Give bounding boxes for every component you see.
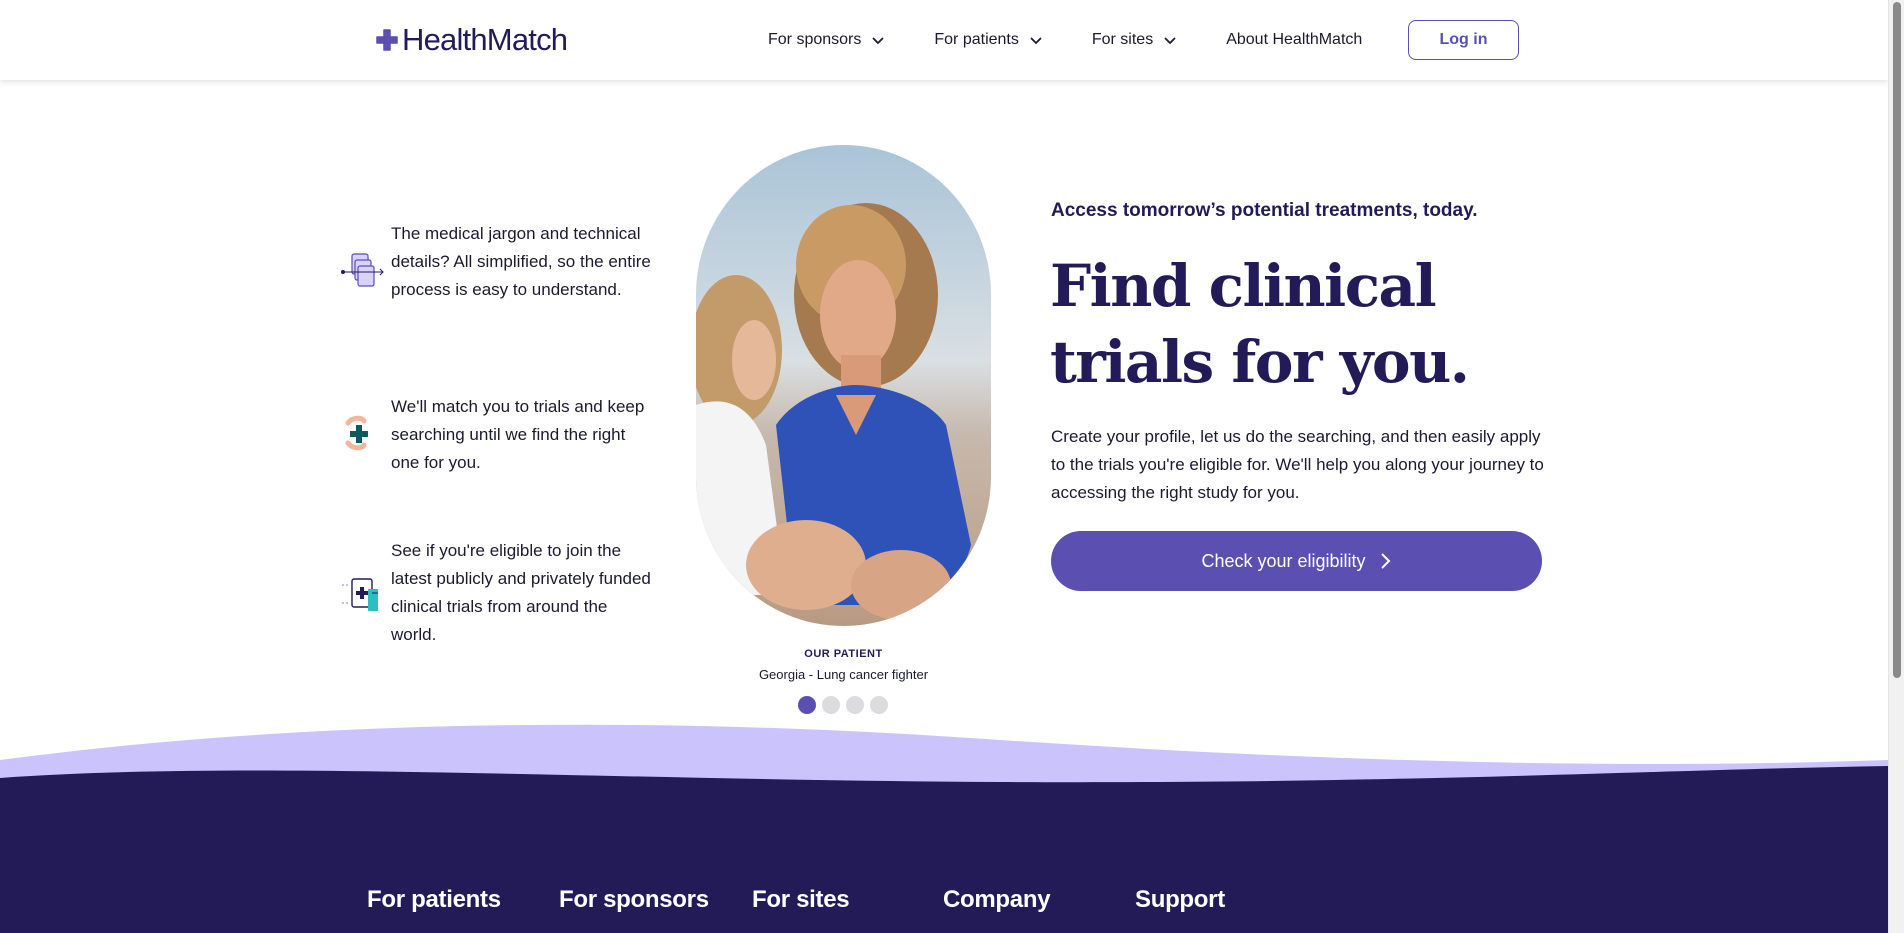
footer-heading-for-patients: For patients [367, 886, 501, 913]
nav-label: For sponsors [768, 31, 862, 48]
login-button[interactable]: Log in [1408, 20, 1519, 60]
patient-tag: OUR PATIENT [804, 648, 883, 660]
nav-for-sites[interactable]: For sites [1092, 31, 1177, 49]
chevron-right-icon [1380, 553, 1390, 569]
nav-label: For sites [1091, 31, 1154, 48]
feature-text: We'll match you to trials and keep searc… [391, 397, 645, 472]
patient-photo [696, 145, 991, 626]
carousel-dot-3[interactable] [846, 696, 864, 714]
cta-label: Check your eligibility [1201, 550, 1366, 571]
footer-heading-company: Company [943, 886, 1051, 913]
site-header: HealthMatch For sponsors For patients Fo… [0, 0, 1888, 80]
nav-for-sponsors[interactable]: For sponsors [768, 31, 885, 49]
logo-cross-icon [376, 29, 398, 51]
chevron-down-icon [872, 37, 885, 45]
page-scrollbar[interactable] [1888, 0, 1904, 933]
nav-for-patients[interactable]: For patients [934, 31, 1042, 49]
nav-label: About HealthMatch [1226, 31, 1363, 48]
feature-text: See if you're eligible to join the lates… [391, 541, 651, 644]
documents-icon [341, 253, 384, 287]
feature-item: The medical jargon and technical details… [340, 220, 651, 304]
nav-label: For patients [934, 31, 1019, 48]
feature-text: The medical jargon and technical details… [391, 224, 651, 299]
logo[interactable]: HealthMatch [376, 20, 568, 60]
check-eligibility-button[interactable]: Check your eligibility [1051, 531, 1542, 591]
feature-item: We'll match you to trials and keep searc… [340, 393, 651, 477]
hero-kicker: Access tomorrow’s potential treatments, … [1051, 200, 1478, 221]
hands-cross-icon [345, 415, 368, 451]
scrollbar-thumb[interactable] [1893, 2, 1901, 678]
chevron-down-icon [1164, 37, 1176, 45]
logo-text: HealthMatch [402, 22, 568, 57]
nav-about[interactable]: About HealthMatch [1226, 31, 1362, 49]
hero-headline: Find clinical trials for you. [1050, 252, 1470, 396]
footer-heading-support: Support [1135, 886, 1225, 913]
feature-item: See if you're eligible to join the lates… [340, 537, 651, 649]
hero-lead: Create your profile, let us do the searc… [1051, 427, 1544, 502]
footer-heading-for-sponsors: For sponsors [559, 886, 709, 913]
eligibility-document-icon [342, 578, 378, 611]
carousel-dot-2[interactable] [822, 696, 840, 714]
carousel-dot-4[interactable] [870, 696, 888, 714]
carousel-dots [798, 696, 888, 714]
patient-photo-illustration [696, 145, 991, 626]
main-nav: For sponsors For patients For sites Abou… [768, 26, 1411, 54]
patient-name: Georgia - Lung cancer fighter [758, 667, 929, 682]
chevron-down-icon [1030, 37, 1042, 45]
carousel-dot-1[interactable] [798, 696, 816, 714]
footer-heading-for-sites: For sites [752, 886, 850, 913]
page: HealthMatch For sponsors For patients Fo… [0, 0, 1888, 933]
